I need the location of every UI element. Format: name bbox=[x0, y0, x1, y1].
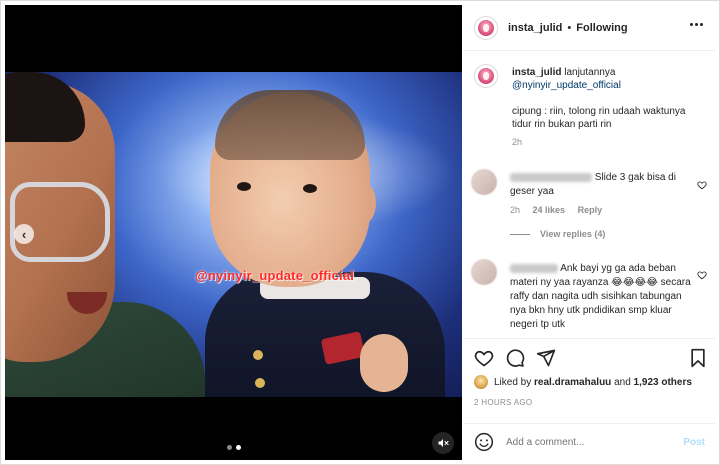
likes-others[interactable]: 1,923 others bbox=[634, 377, 692, 388]
commenter-avatar[interactable] bbox=[471, 169, 497, 195]
emoji-icon[interactable] bbox=[474, 432, 494, 452]
comment-icon[interactable] bbox=[505, 348, 525, 368]
caption-username[interactable]: insta_julid bbox=[512, 67, 561, 78]
liker-avatar[interactable] bbox=[474, 375, 488, 389]
comments-list[interactable]: insta_julid lanjutannya @nyinyir_update_… bbox=[463, 52, 715, 338]
add-comment-bar: Post bbox=[463, 423, 715, 460]
caption-body: insta_julid lanjutannya @nyinyir_update_… bbox=[512, 66, 702, 149]
comment-item: Ank bayi yg ga ada beban materi ny yaa r… bbox=[510, 262, 695, 332]
post-side-panel: insta_julid • Following insta_julid lanj… bbox=[463, 5, 715, 460]
mute-icon bbox=[438, 439, 449, 447]
post-timestamp: 2 HOURS AGO bbox=[474, 398, 533, 407]
caption-quote: cipung : riin, tolong rin udaah waktunya… bbox=[512, 106, 686, 130]
comment-text: Ank bayi yg ga ada beban materi ny yaa r… bbox=[510, 263, 691, 330]
header-username[interactable]: insta_julid bbox=[508, 22, 562, 34]
commenter-username[interactable] bbox=[510, 263, 558, 273]
baby-hair bbox=[215, 90, 365, 160]
like-heart-icon[interactable] bbox=[474, 348, 494, 368]
comment-input[interactable] bbox=[506, 436, 666, 448]
view-replies-label[interactable]: View replies (4) bbox=[540, 227, 605, 241]
post-header: insta_julid • Following bbox=[463, 5, 715, 51]
comment-meta: 2h 24 likes Reply bbox=[510, 203, 695, 217]
carousel-dot-active bbox=[236, 445, 241, 450]
glasses bbox=[10, 182, 110, 262]
video-watermark: @nyinyir_update_official bbox=[195, 268, 355, 283]
view-replies[interactable]: View replies (4) bbox=[510, 227, 695, 241]
likes-prefix: Liked by bbox=[494, 376, 532, 388]
heart-icon[interactable] bbox=[697, 270, 707, 280]
baby-eye bbox=[303, 184, 317, 193]
carousel-dot bbox=[227, 445, 232, 450]
liker-username[interactable]: real.dramahaluu bbox=[534, 377, 611, 388]
avatar[interactable] bbox=[474, 15, 498, 40]
heart-icon[interactable] bbox=[697, 180, 707, 190]
share-icon[interactable] bbox=[536, 348, 556, 368]
baby-eye bbox=[237, 182, 251, 191]
baby-hand bbox=[360, 334, 408, 392]
follow-status[interactable]: Following bbox=[576, 22, 627, 34]
bookmark-icon[interactable] bbox=[688, 348, 708, 368]
likes-and: and bbox=[614, 376, 631, 388]
commenter-username[interactable] bbox=[510, 172, 592, 182]
chevron-left-icon: ‹ bbox=[21, 226, 27, 242]
post-button[interactable]: Post bbox=[683, 437, 705, 448]
action-bar bbox=[463, 338, 715, 374]
likes-summary: Liked by real.dramahaluu and 1,923 other… bbox=[474, 375, 692, 389]
caption-text: lanjutannya bbox=[564, 67, 616, 78]
header-separator: • bbox=[567, 21, 572, 34]
previous-slide-button[interactable]: ‹ bbox=[14, 224, 34, 244]
jacket-button bbox=[253, 350, 263, 360]
man-hair bbox=[5, 72, 85, 142]
comment-time: 2h bbox=[510, 205, 521, 215]
commenter-avatar[interactable] bbox=[471, 259, 497, 285]
caption-mention[interactable]: @nyinyir_update_official bbox=[512, 79, 702, 92]
mute-button[interactable] bbox=[432, 432, 454, 454]
carousel-dots bbox=[227, 445, 241, 450]
media-viewer[interactable]: @nyinyir_update_official ‹ bbox=[5, 5, 462, 460]
comment-item: Slide 3 gak bisa di geser yaa 2h 24 like… bbox=[510, 171, 695, 241]
avatar[interactable] bbox=[474, 64, 498, 88]
comment-likes[interactable]: 24 likes bbox=[533, 205, 566, 215]
reply-button[interactable]: Reply bbox=[578, 205, 603, 215]
video-frame[interactable]: @nyinyir_update_official bbox=[5, 72, 462, 397]
more-icon[interactable] bbox=[690, 23, 703, 26]
jacket-button bbox=[255, 378, 265, 388]
caption-time: 2h bbox=[512, 137, 523, 147]
replies-line bbox=[510, 233, 530, 235]
